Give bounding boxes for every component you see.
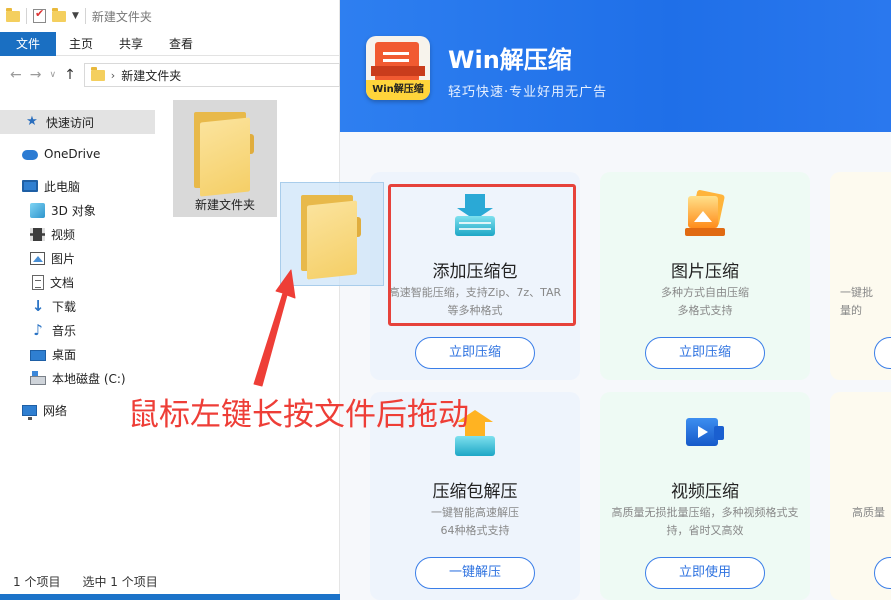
document-icon <box>32 274 44 290</box>
desktop-icon <box>30 349 46 361</box>
card-button[interactable] <box>874 557 891 589</box>
card-description: 多种方式自由压缩 多格式支持 <box>661 286 749 317</box>
card-description: 一键智能高速解压 64种格式支持 <box>431 506 519 537</box>
app-title: Win解压缩 <box>448 46 572 74</box>
nav-item-label: 下载 <box>52 299 77 314</box>
computer-icon <box>22 180 38 192</box>
card-image-compress[interactable]: 图片压缩 多种方式自由压缩 多格式支持 立即压缩 <box>600 172 810 380</box>
app-tagline: 轻巧快速·专业好用无广告 <box>448 85 608 100</box>
card-partial-bottom[interactable]: 高质量 <box>830 392 891 600</box>
address-bar-row: ← → ∨ ↑ › 新建文件夹 <box>0 60 340 90</box>
folder-item[interactable]: 新建文件夹 <box>173 100 277 217</box>
cube-icon <box>30 202 45 218</box>
nav-item-pictures[interactable]: 图片 <box>0 246 155 270</box>
card-partial-top[interactable]: 一键批 量的 <box>830 172 891 380</box>
video-icon <box>30 227 45 241</box>
nav-item-quick-access[interactable]: ★ 快速访问 <box>0 110 155 134</box>
disk-icon <box>30 370 46 385</box>
nav-item-label: 网络 <box>43 403 68 418</box>
folder-icon <box>301 195 363 280</box>
nav-item-3d-objects[interactable]: 3D 对象 <box>0 198 155 222</box>
status-bar: 1 个项目 选中 1 个项目 <box>0 568 340 594</box>
nav-item-label: 视频 <box>51 227 76 242</box>
nav-item-this-pc[interactable]: 此电脑 <box>0 174 155 198</box>
nav-item-label: 图片 <box>51 251 76 266</box>
win-unzip-app: Win解压缩 Win解压缩 轻巧快速·专业好用无广告 添加压缩包 高速智能压缩，… <box>340 0 891 600</box>
selected-count: 选中 1 个项目 <box>82 574 158 589</box>
new-folder-icon[interactable] <box>52 7 66 22</box>
taskbar-strip <box>0 594 340 600</box>
nav-item-onedrive[interactable]: OneDrive <box>0 142 155 166</box>
music-icon: ♪ <box>33 321 43 339</box>
nav-item-music[interactable]: ♪ 音乐 <box>0 318 155 342</box>
image-compress-icon <box>684 189 726 238</box>
picture-icon <box>30 251 45 265</box>
nav-item-label: OneDrive <box>44 147 101 161</box>
card-title: 图片压缩 <box>671 262 739 282</box>
nav-item-label: 此电脑 <box>44 179 81 194</box>
logo-label: Win解压缩 <box>366 80 430 100</box>
ribbon-tabs: 文件 主页 共享 查看 <box>0 31 340 56</box>
card-description: 一键批 量的 <box>840 286 873 317</box>
divider <box>26 8 27 24</box>
navigation-pane: ★ 快速访问 OneDrive 此电脑 3D 对象 视频 图片 文档 ↓ 下载 … <box>0 104 160 564</box>
nav-item-documents[interactable]: 文档 <box>0 270 155 294</box>
nav-item-downloads[interactable]: ↓ 下载 <box>0 294 155 318</box>
image-compress-button[interactable]: 立即压缩 <box>645 337 765 369</box>
address-path: 新建文件夹 <box>121 68 182 83</box>
compress-now-button[interactable]: 立即压缩 <box>415 337 535 369</box>
folder-item-label: 新建文件夹 <box>194 198 255 212</box>
document-icon <box>375 42 419 82</box>
folder-icon <box>194 112 256 197</box>
up-arrow-icon[interactable]: ↑ <box>64 67 76 83</box>
tab-home[interactable]: 主页 <box>56 32 106 56</box>
card-title: 视频压缩 <box>671 482 739 502</box>
chevron-right-icon[interactable]: › <box>111 69 115 82</box>
item-count: 1 个项目 <box>13 574 61 589</box>
nav-item-label: 桌面 <box>52 347 77 362</box>
folder-icon <box>90 66 105 81</box>
download-icon: ↓ <box>31 297 45 315</box>
file-explorer-window: ▼ 新建文件夹 文件 主页 共享 查看 ← → ∨ ↑ › 新建文件夹 ★ 快速… <box>0 0 340 600</box>
app-header: Win解压缩 Win解压缩 轻巧快速·专业好用无广告 <box>340 0 891 132</box>
card-video-compress[interactable]: 视频压缩 高质量无损批量压缩，多种视频格式支持，省时又高效 立即使用 <box>600 392 810 600</box>
nav-item-label: 快速访问 <box>46 115 95 130</box>
tab-file[interactable]: 文件 <box>0 31 56 56</box>
card-description: 高质量无损批量压缩，多种视频格式支持，省时又高效 <box>611 506 799 537</box>
use-now-button[interactable]: 立即使用 <box>645 557 765 589</box>
nav-item-label: 文档 <box>50 275 75 290</box>
card-button[interactable] <box>874 337 891 369</box>
video-compress-icon <box>684 410 726 458</box>
forward-arrow-icon[interactable]: → <box>30 67 42 83</box>
nav-item-videos[interactable]: 视频 <box>0 222 155 246</box>
customize-dropdown-icon[interactable]: ▼ <box>72 11 79 21</box>
annotation-text: 鼠标左键长按文件后拖动 <box>128 397 469 433</box>
tab-share[interactable]: 共享 <box>106 32 156 56</box>
nav-item-label: 本地磁盘 (C:) <box>52 371 126 386</box>
nav-item-local-disk[interactable]: 本地磁盘 (C:) <box>0 366 155 390</box>
back-arrow-icon[interactable]: ← <box>10 67 22 83</box>
recent-dropdown-icon[interactable]: ∨ <box>49 70 56 80</box>
star-icon: ★ <box>26 114 38 129</box>
cloud-icon <box>22 150 38 160</box>
window-title: 新建文件夹 <box>91 9 152 24</box>
card-description: 高质量 <box>852 506 885 519</box>
quick-access-toolbar: ▼ 新建文件夹 <box>0 0 340 32</box>
extract-now-button[interactable]: 一键解压 <box>415 557 535 589</box>
card-title: 压缩包解压 <box>432 482 518 502</box>
nav-item-label: 3D 对象 <box>51 203 96 218</box>
highlight-box <box>388 184 576 326</box>
nav-item-desktop[interactable]: 桌面 <box>0 342 155 366</box>
divider <box>84 8 86 24</box>
tab-view[interactable]: 查看 <box>156 32 206 56</box>
address-bar[interactable]: › 新建文件夹 <box>83 63 340 87</box>
app-logo: Win解压缩 <box>366 36 430 100</box>
network-icon <box>22 405 37 420</box>
properties-icon[interactable] <box>33 7 46 23</box>
folder-icon <box>6 7 20 22</box>
drag-ghost <box>280 182 384 286</box>
nav-item-label: 音乐 <box>52 323 77 338</box>
